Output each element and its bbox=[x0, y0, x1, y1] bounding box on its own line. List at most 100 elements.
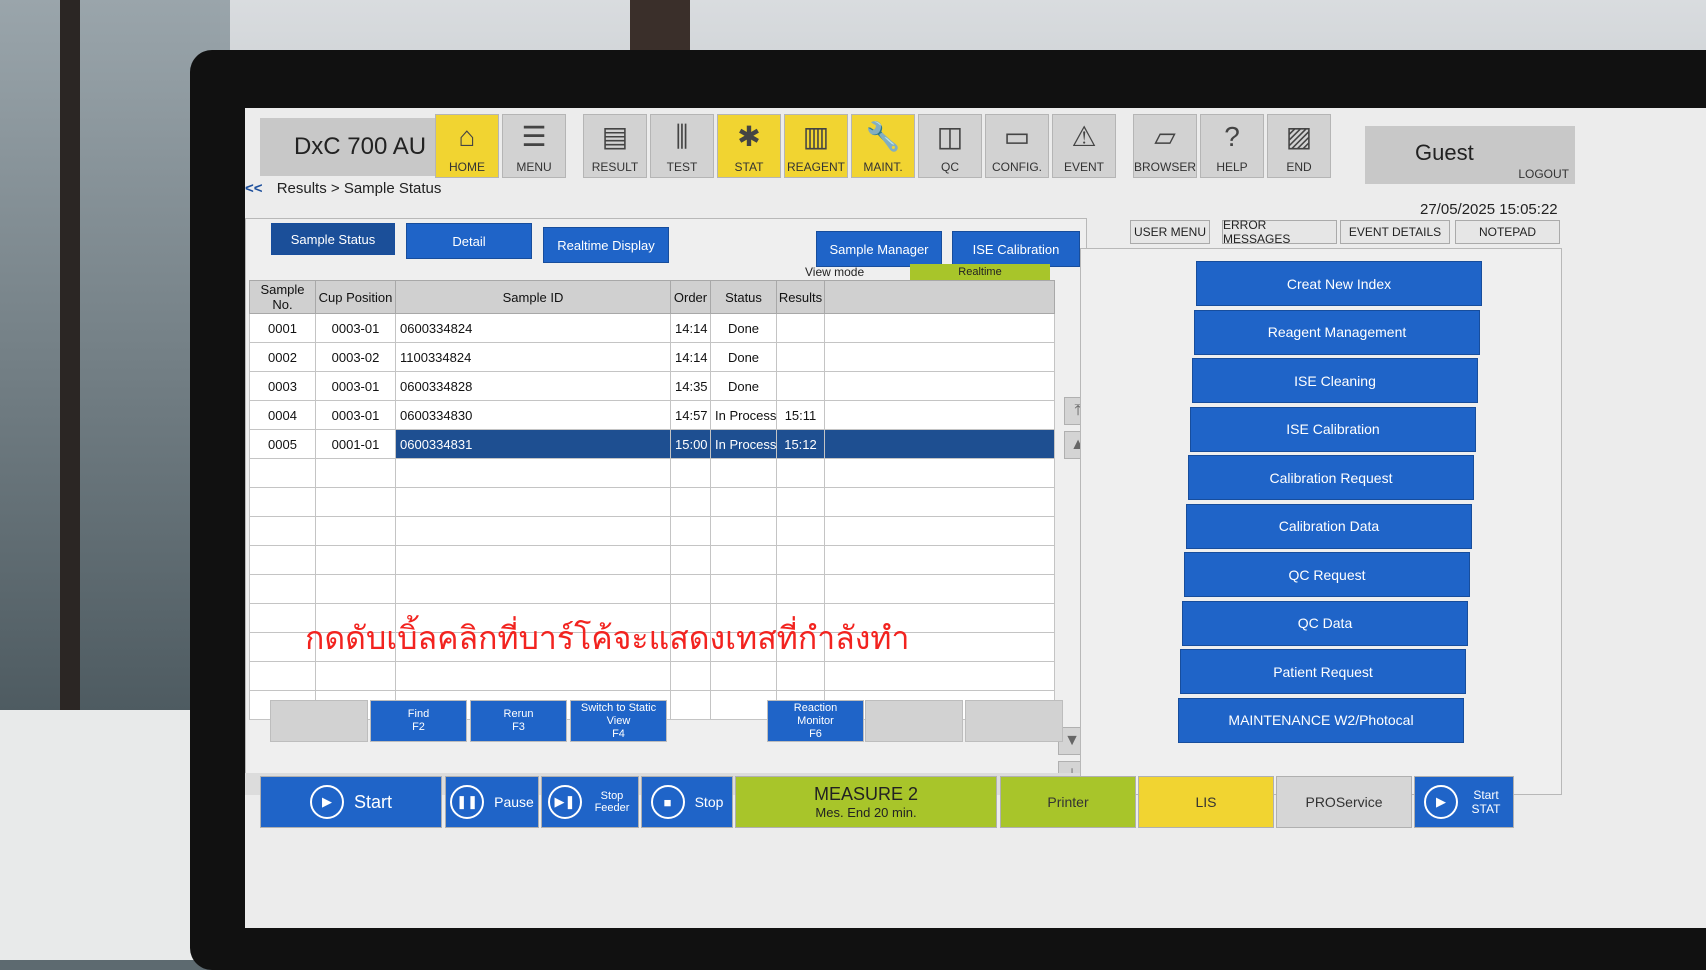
user-menu-item[interactable]: MAINTENANCE W2/Photocal bbox=[1178, 697, 1464, 743]
cell-status: Done bbox=[710, 313, 777, 343]
stop-feeder-button[interactable]: ▶❚ Stop Feeder bbox=[541, 776, 639, 828]
toolbar-config-button[interactable]: ▭ CONFIG. bbox=[985, 114, 1049, 178]
toolbar-stat-button[interactable]: ✱ STAT bbox=[717, 114, 781, 178]
wrench-icon: 🔧 bbox=[865, 121, 901, 152]
fkey-blank-2 bbox=[865, 700, 963, 742]
toolbar-end-button[interactable]: ▨ END bbox=[1267, 114, 1331, 178]
toolbar-browser-button[interactable]: ▱ BROWSER bbox=[1133, 114, 1197, 178]
table-row[interactable]: 0001 0003-01 0600334824 14:14 Done bbox=[249, 313, 1055, 343]
fkey-switch-to-static-view-button[interactable]: Switch to Static View F4 bbox=[570, 700, 667, 742]
tab-user-menu[interactable]: USER MENU bbox=[1130, 220, 1210, 244]
end-icon: ▨ bbox=[1285, 121, 1313, 152]
user-menu-item[interactable]: Patient Request bbox=[1180, 649, 1466, 694]
printer-status[interactable]: Printer bbox=[1000, 776, 1136, 828]
clock: 27/05/2025 15:05:22 bbox=[1420, 201, 1558, 218]
pause-button[interactable]: ❚❚ Pause bbox=[445, 776, 539, 828]
table-row[interactable]: 0005 0001-01 0600334831 15:00 In Process 15:1… bbox=[249, 429, 1055, 459]
table-row[interactable] bbox=[249, 487, 1055, 517]
toolbar-test-button[interactable]: ⫼ TEST bbox=[650, 114, 714, 178]
user-menu-item[interactable]: ISE Cleaning bbox=[1192, 358, 1478, 403]
user-menu-item[interactable]: ISE Calibration bbox=[1190, 406, 1476, 452]
cell-status: Done bbox=[710, 342, 777, 372]
view-mode-value[interactable]: Realtime bbox=[910, 264, 1050, 280]
stop-feeder-label: Stop Feeder bbox=[594, 790, 630, 814]
cell-id bbox=[395, 516, 671, 546]
cell-no bbox=[249, 545, 316, 575]
proservice-status[interactable]: PROService bbox=[1276, 776, 1412, 828]
breadcrumb: << Results > Sample Status bbox=[245, 180, 441, 197]
toolbar-maint-button[interactable]: 🔧 MAINT. bbox=[851, 114, 915, 178]
tab-sample-status[interactable]: Sample Status bbox=[271, 223, 395, 255]
toolbar-reagent-button[interactable]: ▥ REAGENT bbox=[784, 114, 848, 178]
toolbar-result-button[interactable]: ▤ RESULT bbox=[583, 114, 647, 178]
tab-notepad[interactable]: NOTEPAD bbox=[1455, 220, 1560, 244]
toolbar-menu-button[interactable]: ☰ MENU bbox=[502, 114, 566, 178]
cell-cup: 0003-01 bbox=[315, 371, 396, 401]
cell-id: 0600334828 bbox=[395, 371, 671, 401]
user-name: Guest bbox=[1415, 140, 1474, 165]
toolbar-label: END bbox=[1286, 160, 1312, 174]
user-box[interactable]: Guest LOGOUT bbox=[1365, 126, 1575, 184]
tab-detail[interactable]: Detail bbox=[406, 223, 532, 259]
cell-status: Done bbox=[710, 371, 777, 401]
table-row[interactable] bbox=[249, 661, 1055, 691]
table-row[interactable] bbox=[249, 545, 1055, 575]
table-row[interactable]: 0004 0003-01 0600334830 14:57 In Process 15:1… bbox=[249, 400, 1055, 430]
tab-realtime-display[interactable]: Realtime Display bbox=[543, 227, 669, 263]
stop-button[interactable]: ■ Stop bbox=[641, 776, 733, 828]
fkey-rerun-button[interactable]: Rerun F3 bbox=[470, 700, 567, 742]
cell-id: 0600334824 bbox=[395, 313, 671, 343]
table-row[interactable]: 0003 0003-01 0600334828 14:35 Done bbox=[249, 371, 1055, 401]
cell-order bbox=[670, 487, 711, 517]
cell-empty bbox=[824, 661, 1055, 691]
user-menu-item[interactable]: Calibration Data bbox=[1186, 503, 1472, 549]
user-menu-item[interactable]: Reagent Management bbox=[1194, 309, 1480, 355]
cell-order bbox=[670, 661, 711, 691]
lis-status[interactable]: LIS bbox=[1138, 776, 1274, 828]
ise-calibration-button[interactable]: ISE Calibration bbox=[952, 231, 1080, 267]
fkey-find-button[interactable]: Find F2 bbox=[370, 700, 467, 742]
table-row[interactable]: 0002 0003-02 1100334824 14:14 Done bbox=[249, 342, 1055, 372]
table-row[interactable] bbox=[249, 574, 1055, 604]
user-menu-item[interactable]: Calibration Request bbox=[1188, 455, 1474, 500]
back-button[interactable]: << bbox=[245, 180, 263, 197]
start-stat-label: Start STAT bbox=[1471, 788, 1501, 816]
qc-icon: ◫ bbox=[936, 121, 964, 152]
logout-button[interactable]: LOGOUT bbox=[1518, 167, 1569, 181]
sample-manager-button[interactable]: Sample Manager bbox=[816, 231, 942, 267]
folder-icon: ▭ bbox=[1003, 121, 1031, 152]
fkey-reaction-monitor-button[interactable]: Reaction Monitor F6 bbox=[767, 700, 864, 742]
cell-no bbox=[249, 661, 316, 691]
table-row[interactable] bbox=[249, 516, 1055, 546]
cell-id: 1100334824 bbox=[395, 342, 671, 372]
tab-error-messages[interactable]: ERROR MESSAGES bbox=[1222, 218, 1337, 246]
cell-results bbox=[776, 487, 825, 517]
start-button[interactable]: ▶ Start bbox=[260, 776, 442, 828]
cell-cup bbox=[315, 516, 396, 546]
toolbar-label: STAT bbox=[734, 160, 764, 174]
table-header-row: Sample No. Cup Position Sample ID Order … bbox=[249, 280, 1055, 314]
col-sample-id: Sample ID bbox=[395, 280, 671, 314]
cell-order: 15:00 bbox=[670, 429, 711, 459]
cell-results bbox=[776, 342, 825, 372]
col-order: Order bbox=[670, 280, 711, 314]
user-menu-item[interactable]: QC Request bbox=[1184, 552, 1470, 597]
toolbar-qc-button[interactable]: ◫ QC bbox=[918, 114, 982, 178]
tab-event-details[interactable]: EVENT DETAILS bbox=[1340, 220, 1450, 244]
user-menu-item[interactable]: QC Data bbox=[1182, 600, 1468, 646]
cell-status: In Process bbox=[710, 400, 777, 430]
start-stat-button[interactable]: ▶ Start STAT bbox=[1414, 776, 1514, 828]
table-row[interactable] bbox=[249, 458, 1055, 488]
cell-order bbox=[670, 516, 711, 546]
analyzer-screen: DxC 700 AU ⌂ HOME ☰ MENU ▤ RESULT ⫼ TEST ✱ STAT ▥ R… bbox=[245, 108, 1706, 928]
fkey-label: Switch to Static View bbox=[580, 701, 657, 727]
cell-empty bbox=[824, 429, 1055, 459]
user-menu-item[interactable]: Creat New Index bbox=[1196, 261, 1482, 306]
cell-results: 15:12 bbox=[776, 429, 825, 459]
toolbar-help-button[interactable]: ? HELP bbox=[1200, 114, 1264, 178]
toolbar-home-button[interactable]: ⌂ HOME bbox=[435, 114, 499, 178]
toolbar-event-button[interactable]: ⚠ EVENT bbox=[1052, 114, 1116, 178]
stat-icon: ✱ bbox=[737, 121, 761, 152]
cell-empty bbox=[824, 342, 1055, 372]
col-status: Status bbox=[710, 280, 777, 314]
